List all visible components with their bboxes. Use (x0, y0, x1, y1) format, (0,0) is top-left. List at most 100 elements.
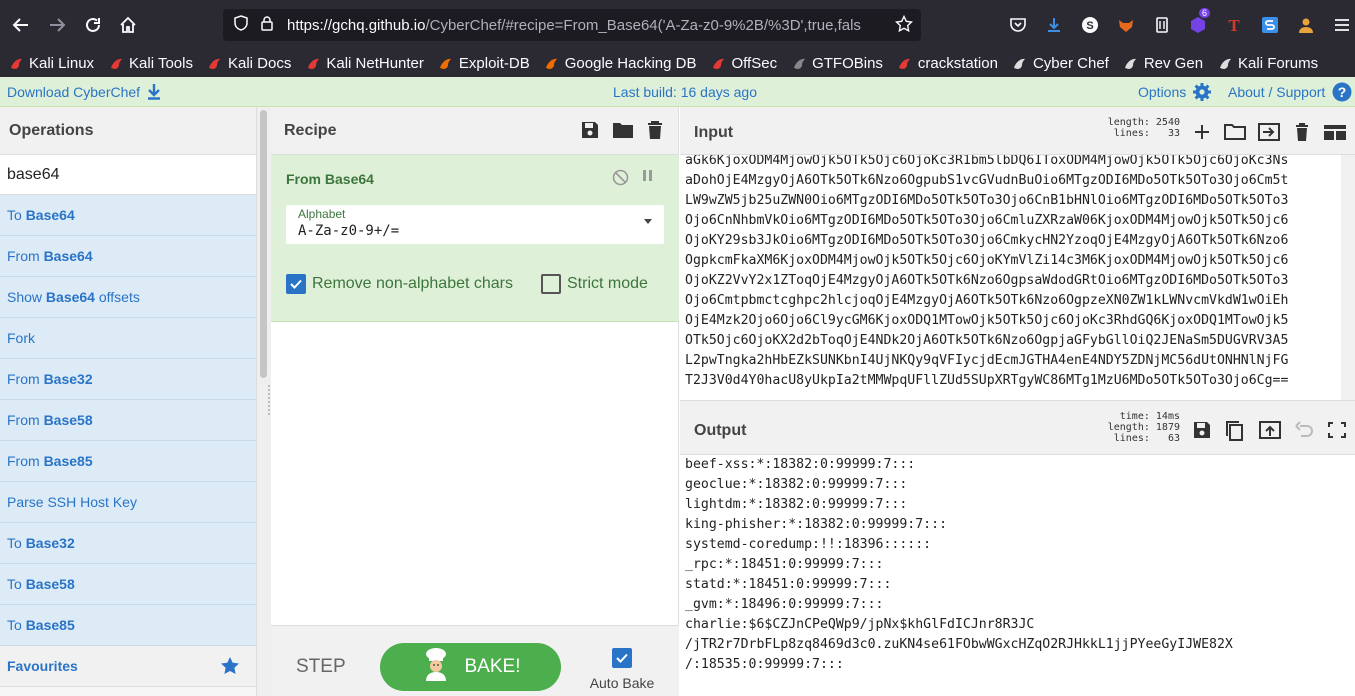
input-line: T2J3V0d4Y0hacU8yUkpIa2tMMWpqUFllZUd5SUpX… (685, 373, 1289, 388)
operation-item[interactable]: To Base 58 (0, 564, 256, 605)
scrollbar-thumb[interactable] (260, 110, 267, 378)
dropdown-caret-icon[interactable] (644, 219, 652, 224)
operation-item[interactable]: From Base 85 (0, 441, 256, 482)
operation-item[interactable]: From Base64 (0, 236, 256, 277)
bookmark-star-icon[interactable] (894, 14, 914, 37)
help-icon: ? (1332, 82, 1352, 102)
bookmark-item[interactable]: Rev Gen (1123, 55, 1203, 72)
s-blue-extension-icon[interactable] (1252, 12, 1288, 38)
cookie-editor-icon[interactable] (1144, 12, 1180, 38)
step-button[interactable]: STEP (296, 656, 346, 678)
url-bar[interactable]: https://gchq.github.io/CyberChef/#recipe… (223, 9, 921, 41)
output-length-label: length: (1107, 422, 1150, 433)
operation-item[interactable]: To Base 32 (0, 523, 256, 564)
bookmark-label: Kali Linux (29, 55, 95, 72)
pocket-icon[interactable] (1000, 12, 1036, 38)
open-folder-icon[interactable] (1223, 122, 1247, 145)
alphabet-select[interactable]: Alphabet A-Za-z0-9+/= (286, 205, 664, 244)
output-toolbar (1192, 420, 1348, 445)
ghdb-icon (544, 56, 560, 72)
input-scrollbar[interactable] (1341, 155, 1355, 400)
open-file-icon[interactable] (1257, 122, 1281, 145)
gtfobins-icon (791, 56, 807, 72)
operation-suffix: offsets (94, 289, 140, 305)
bookmark-item[interactable]: Kali Docs (207, 55, 291, 72)
save-output-icon[interactable] (1192, 420, 1214, 445)
operation-item[interactable]: Parse SSH Host Key (0, 482, 256, 523)
download-cyberchef-link[interactable]: Download CyberChef (7, 83, 161, 100)
bookmark-item[interactable]: Kali Forums (1217, 55, 1318, 72)
maximise-icon[interactable] (1326, 420, 1348, 445)
bookmark-item[interactable]: OffSec (710, 55, 777, 72)
s-extension-icon[interactable]: S (1072, 12, 1108, 38)
bookmark-item[interactable]: Cyber Chef (1012, 55, 1109, 72)
download-label: Download CyberChef (7, 83, 141, 100)
bookmark-item[interactable]: Kali NetHunter (305, 55, 424, 72)
operations-search-input[interactable]: base64 (0, 155, 256, 195)
exploitdb-icon (438, 56, 454, 72)
reload-icon[interactable] (75, 7, 111, 43)
copy-icon[interactable] (1224, 420, 1248, 445)
wappalyzer-icon[interactable]: 6 (1180, 8, 1216, 38)
io-divider[interactable] (680, 400, 1355, 407)
offsec-icon (710, 56, 726, 72)
undo-icon[interactable] (1292, 420, 1316, 445)
bookmark-item[interactable]: Kali Tools (108, 55, 193, 72)
svg-text:?: ? (1338, 84, 1347, 100)
strict-mode-checkbox[interactable]: Strict mode (541, 274, 648, 294)
checkmark-icon[interactable] (612, 648, 632, 668)
auto-bake-checkbox[interactable]: Auto Bake (584, 648, 660, 691)
input-header: Input length: 2540 lines: 33 (680, 107, 1355, 155)
back-icon[interactable] (3, 7, 39, 43)
bookmark-label: Google Hacking DB (564, 55, 697, 72)
unchecked-box-icon[interactable] (541, 274, 561, 294)
input-meta: length: 2540 lines: 33 (1090, 117, 1180, 139)
add-tab-icon[interactable] (1191, 122, 1213, 145)
bookmark-item[interactable]: Kali Linux (8, 55, 94, 72)
clear-input-icon[interactable] (1291, 122, 1313, 145)
folder-icon[interactable] (612, 120, 634, 145)
checkmark-icon[interactable] (286, 274, 306, 294)
shield-icon[interactable] (233, 15, 251, 35)
favourite-star-icon[interactable] (220, 656, 240, 679)
bookmark-item[interactable]: crackstation (897, 55, 998, 72)
favourites-category[interactable]: Favourites (0, 646, 256, 687)
menu-icon[interactable] (1324, 12, 1355, 38)
user-agent-icon[interactable] (1288, 12, 1324, 38)
bookmark-item[interactable]: Exploit-DB (438, 55, 530, 72)
url-text: https://gchq.github.io/CyberChef/#recipe… (287, 17, 887, 34)
layout-icon[interactable] (1323, 122, 1347, 145)
from-base64-operation[interactable]: From Base64 Alphabet A-Za-z0-9+/= Remove… (271, 155, 679, 322)
operation-item[interactable]: To Base64 (0, 195, 256, 236)
operation-item[interactable]: To Base 85 (0, 605, 256, 646)
operation-item[interactable]: From Base 58 (0, 400, 256, 441)
breakpoint-icon[interactable] (642, 169, 654, 186)
options-link[interactable]: Options (1138, 82, 1212, 102)
trash-icon[interactable] (646, 120, 664, 145)
foxyproxy-icon[interactable] (1108, 12, 1144, 38)
operation-item[interactable]: Fork (0, 318, 256, 359)
input-textarea[interactable]: aGk6KjoxODM4MjowOjk5OTk5Ojc6OjoKc3R1bm5l… (680, 155, 1355, 400)
favourites-label: Favourites (7, 658, 78, 674)
bookmark-item[interactable]: GTFOBins (791, 55, 883, 72)
operation-prefix: From (7, 412, 44, 428)
input-line: OjE4Mzk2Ojo6Ojo6Cl9ycGM6KjoxODQ1MTowOjk5… (685, 313, 1289, 328)
home-icon[interactable] (110, 7, 146, 43)
output-line: lightdm:*:18382:0:99999:7::: (685, 497, 908, 512)
remove-nonalpha-checkbox[interactable]: Remove non-alphabet chars (286, 274, 513, 294)
options-label: Options (1138, 84, 1187, 100)
about-support-link[interactable]: About / Support ? (1228, 82, 1352, 102)
bookmark-item[interactable]: Google Hacking DB (544, 55, 697, 72)
save-icon[interactable] (580, 120, 600, 145)
download-icon[interactable] (1036, 12, 1072, 38)
chef-icon (421, 647, 451, 687)
forward-icon[interactable] (39, 7, 75, 43)
t-extension-icon[interactable]: T (1216, 12, 1252, 38)
operation-item[interactable]: From Base 32 (0, 359, 256, 400)
lock-icon[interactable] (259, 15, 277, 35)
disable-icon[interactable] (612, 169, 629, 189)
replace-input-icon[interactable] (1258, 420, 1282, 445)
bake-button[interactable]: BAKE! (380, 643, 561, 691)
operation-item[interactable]: Show Base64 offsets (0, 277, 256, 318)
output-textarea[interactable]: beef-xss:*:18382:0:99999:7::: geoclue:*:1… (680, 455, 1355, 696)
